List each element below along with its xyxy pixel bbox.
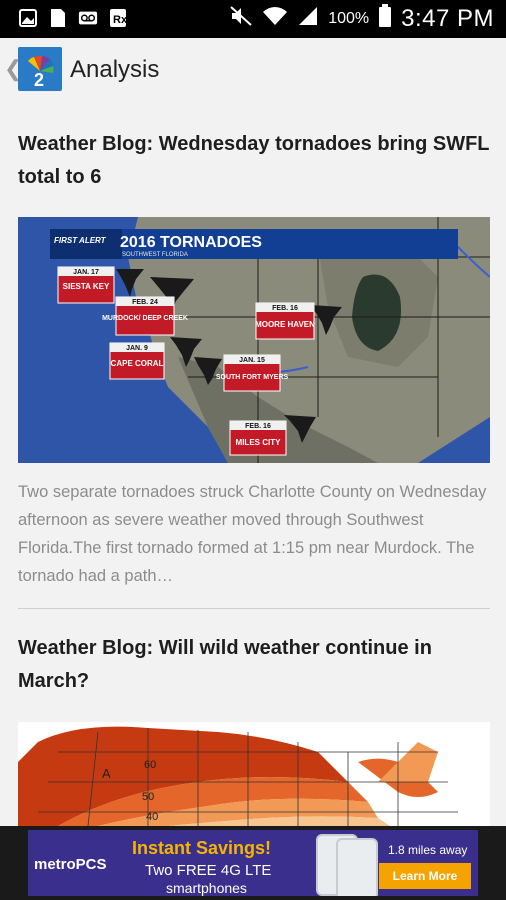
svg-text:FEB. 16: FEB. 16 [245,423,271,430]
image-notification-icon [18,7,38,29]
sim-card-icon [48,7,68,29]
label-south-fort-myers: JAN. 15 SOUTH FORT MYERS [216,354,289,392]
ad-banner[interactable]: metroPCS Instant Savings! Two FREE 4G LT… [0,826,506,900]
label-siesta-key: JAN. 17 SIESTA KEY [57,266,115,304]
nbc-peacock-icon: 2 [28,55,54,89]
ad-brand: metroPCS [34,856,107,873]
svg-text:2: 2 [34,70,44,89]
article-summary[interactable]: Two separate tornadoes struck Charlotte … [18,478,490,590]
map-header: 2016 TORNADOES [120,234,262,251]
learn-more-button[interactable]: Learn More [379,863,471,889]
svg-text:JAN. 9: JAN. 9 [126,345,148,352]
first-alert-badge: FIRST ALERT [54,236,107,245]
status-bar: Rx 100% 3:47 PM [0,0,506,38]
svg-text:JAN. 15: JAN. 15 [239,357,265,364]
battery-icon [378,4,392,33]
label-cape-coral: JAN. 9 CAPE CORAL [109,342,165,380]
ad-distance: 1.8 miles away [388,843,468,857]
prescription-icon: Rx [108,7,128,29]
mute-icon [229,5,253,32]
contour-label: 40 [146,811,158,823]
svg-text:JAN. 17: JAN. 17 [73,269,99,276]
article-card[interactable]: Weather Blog: Wednesday tornadoes bring … [18,128,490,194]
app-logo[interactable]: 2 [18,47,62,91]
page-title: Analysis [70,56,160,83]
svg-text:SIESTA KEY: SIESTA KEY [63,282,110,291]
clock: 3:47 PM [401,4,494,32]
article-list[interactable]: Weather Blog: Wednesday tornadoes bring … [0,104,506,826]
contour-label: A [102,766,111,781]
svg-text:SOUTH FORT MYERS: SOUTH FORT MYERS [216,374,289,381]
article-image-tornado-map[interactable]: FIRST ALERT 2016 TORNADOES SOUTHWEST FLO… [18,217,490,463]
article-title[interactable]: Weather Blog: Will wild weather continue… [18,632,490,698]
svg-text:FEB. 24: FEB. 24 [132,299,158,306]
contour-label: 50 [142,791,154,803]
ad-creative[interactable]: metroPCS Instant Savings! Two FREE 4G LT… [28,830,478,896]
article-summary-wrap[interactable]: Two separate tornadoes struck Charlotte … [18,478,490,590]
ad-subline-2: smartphones [166,880,247,896]
ad-headline: Instant Savings! [132,838,272,858]
wifi-icon [262,5,288,32]
app-bar: ❮ 2 Analysis [0,38,506,104]
map-subheader: SOUTHWEST FLORIDA [122,252,188,258]
signal-icon [297,5,319,32]
article-title[interactable]: Weather Blog: Wednesday tornadoes bring … [18,128,490,194]
svg-text:Rx: Rx [113,14,127,26]
divider [18,608,490,609]
article-card[interactable]: Weather Blog: Will wild weather continue… [18,632,490,698]
contour-label: 60 [144,759,156,771]
ad-subline-1: Two FREE 4G LTE [145,862,272,879]
article-image-outlook-map[interactable]: 60 50 40 A [18,722,490,826]
svg-text:MILES CITY: MILES CITY [236,438,282,447]
label-miles-city: FEB. 16 MILES CITY [229,420,287,456]
label-moore-haven: FEB. 16 MOORE HAVEN [255,302,315,340]
voicemail-icon [78,7,98,29]
svg-text:MURDOCK/ DEEP CREEK: MURDOCK/ DEEP CREEK [102,315,188,322]
svg-text:FEB. 16: FEB. 16 [272,305,298,312]
status-right: 100% 3:47 PM [229,4,494,33]
phone-image [336,838,378,896]
svg-text:MOORE HAVEN: MOORE HAVEN [255,320,315,329]
notification-icons: Rx [18,7,128,29]
svg-text:CAPE CORAL: CAPE CORAL [111,359,164,368]
battery-percent: 100% [328,9,370,27]
